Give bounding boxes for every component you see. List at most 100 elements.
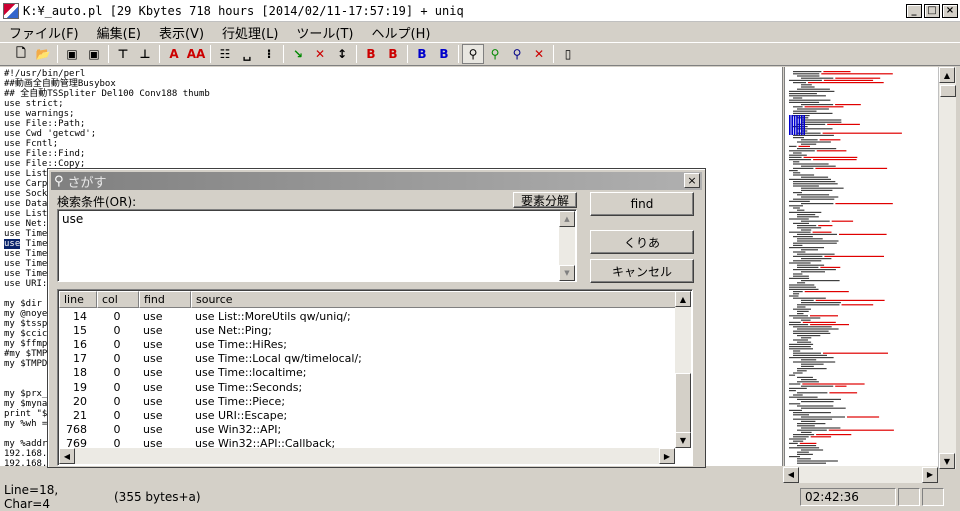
minimap-line bbox=[793, 71, 822, 73]
dialog-close-button[interactable]: × bbox=[684, 173, 700, 188]
scroll-thumb[interactable] bbox=[940, 85, 956, 97]
go-bottom-icon[interactable]: ⊥ bbox=[134, 44, 156, 64]
minimap-highlight bbox=[802, 321, 836, 323]
search-next-icon[interactable]: ⚲ bbox=[484, 44, 506, 64]
font-a-icon[interactable]: A bbox=[163, 44, 185, 64]
code-line[interactable]: use Cwd 'getcwd'; bbox=[4, 129, 782, 139]
space-icon[interactable]: ␣ bbox=[236, 44, 258, 64]
scroll-down-icon[interactable]: ▼ bbox=[939, 453, 955, 469]
cancel-button[interactable]: キャンセル bbox=[590, 259, 694, 283]
minimap-line bbox=[801, 271, 825, 273]
table-row[interactable]: 21 0 use use URI::Escape; bbox=[59, 408, 677, 422]
dots-icon[interactable]: ⁝ bbox=[258, 44, 280, 64]
scroll-left-icon[interactable]: ◀ bbox=[59, 448, 75, 464]
code-line[interactable]: use File::Find; bbox=[4, 149, 782, 159]
minimap-line bbox=[793, 137, 804, 139]
minimap-line bbox=[801, 365, 814, 367]
scroll-thumb[interactable] bbox=[675, 373, 691, 433]
save-icon[interactable]: ▣ bbox=[61, 44, 83, 64]
toolbar-separator bbox=[159, 45, 160, 63]
column-header-source[interactable]: source bbox=[191, 291, 677, 308]
minimap-line bbox=[801, 176, 829, 178]
go-top-icon[interactable]: ⊤ bbox=[112, 44, 134, 64]
scroll-right-icon[interactable]: ▶ bbox=[659, 448, 675, 464]
results-horizontal-scrollbar[interactable]: ◀ ▶ bbox=[59, 448, 675, 464]
query-scrollbar[interactable]: ▲ ▼ bbox=[559, 211, 575, 281]
table-row[interactable]: 16 0 use use Time::HiRes; bbox=[59, 337, 677, 351]
minimap[interactable] bbox=[784, 67, 938, 466]
minimap-line bbox=[801, 229, 812, 231]
updown-icon[interactable]: ↕ bbox=[331, 44, 353, 64]
column-header-find[interactable]: find bbox=[139, 291, 191, 308]
table-row[interactable]: 18 0 use use Time::localtime; bbox=[59, 366, 677, 380]
scroll-up-icon[interactable]: ▲ bbox=[675, 291, 691, 307]
table-row[interactable]: 768 0 use use Win32::API; bbox=[59, 423, 677, 437]
column-header-col[interactable]: col bbox=[97, 291, 139, 308]
cell-col: 0 bbox=[113, 423, 121, 437]
scroll-down-icon[interactable]: ▼ bbox=[559, 265, 575, 281]
cell-find: use bbox=[143, 323, 163, 337]
find-button[interactable]: find bbox=[590, 192, 694, 216]
open-folder-icon[interactable]: 📂 bbox=[32, 44, 54, 64]
menu-file[interactable]: ファイル(F) bbox=[0, 23, 88, 42]
table-row[interactable]: 14 0 use use List::MoreUtils qw/uniq/; bbox=[59, 309, 677, 323]
table-row[interactable]: 20 0 use use Time::Piece; bbox=[59, 394, 677, 408]
cell-col: 0 bbox=[113, 337, 121, 351]
scroll-left-icon[interactable]: ◀ bbox=[783, 466, 799, 483]
bookmark-4-icon[interactable]: B bbox=[433, 44, 455, 64]
code-line[interactable]: use Fcntl; bbox=[4, 139, 782, 149]
menu-help[interactable]: ヘルプ(H) bbox=[363, 23, 440, 42]
cell-line: 18 bbox=[73, 366, 87, 380]
search-prev-icon[interactable]: ⚲ bbox=[506, 44, 528, 64]
new-file-icon[interactable]: 🗋 bbox=[10, 44, 32, 64]
red-x-arrow-icon[interactable]: ✕ bbox=[309, 44, 331, 64]
menu-view[interactable]: 表示(V) bbox=[150, 23, 213, 42]
menu-line[interactable]: 行処理(L) bbox=[213, 23, 287, 42]
horizontal-scrollbar[interactable]: ◀ ▶ bbox=[783, 466, 938, 483]
stop-search-icon[interactable]: ✕ bbox=[528, 44, 550, 64]
minimap-line bbox=[789, 324, 809, 326]
scroll-right-icon[interactable]: ▶ bbox=[922, 466, 938, 483]
minimap-line bbox=[797, 328, 839, 330]
close-button[interactable]: × bbox=[942, 3, 958, 18]
code-line[interactable]: ## 全自動TSSpliter Del100 Conv188 thumb bbox=[4, 89, 782, 99]
minimap-highlight bbox=[822, 132, 902, 134]
scroll-up-icon[interactable]: ▲ bbox=[559, 211, 575, 227]
column-header-line[interactable]: line bbox=[59, 291, 97, 308]
cell-line: 17 bbox=[73, 352, 87, 366]
vertical-scrollbar[interactable]: ▲ ▼ bbox=[938, 67, 956, 469]
dialog-title-bar[interactable]: ⚲ さがす × bbox=[51, 172, 702, 191]
minimap-highlight bbox=[828, 429, 894, 431]
menu-tools[interactable]: ツール(T) bbox=[287, 23, 362, 42]
bookmark-2-icon[interactable]: B bbox=[382, 44, 404, 64]
code-line[interactable]: ##動画全自動管理Busybox bbox=[4, 79, 782, 89]
cell-source: use List::MoreUtils qw/uniq/; bbox=[195, 309, 351, 323]
code-line[interactable]: #!/usr/bin/perl bbox=[4, 69, 782, 79]
code-line[interactable]: use File::Path; bbox=[4, 119, 782, 129]
menu-edit[interactable]: 編集(E) bbox=[88, 23, 150, 42]
minimap-line bbox=[793, 361, 836, 363]
code-line[interactable]: use strict; bbox=[4, 99, 782, 109]
table-row[interactable]: 17 0 use use Time::Local qw/timelocal/; bbox=[59, 352, 677, 366]
scroll-down-icon[interactable]: ▼ bbox=[675, 432, 691, 448]
search-icon[interactable]: ⚲ bbox=[462, 44, 484, 64]
grid-icon[interactable]: ☷ bbox=[214, 44, 236, 64]
table-row[interactable]: 19 0 use use Time::Seconds; bbox=[59, 380, 677, 394]
save-as-icon[interactable]: ▣ bbox=[83, 44, 105, 64]
code-line[interactable]: use warnings; bbox=[4, 109, 782, 119]
clear-button[interactable]: くりあ bbox=[590, 230, 694, 254]
bookmark-3-icon[interactable]: B bbox=[411, 44, 433, 64]
bookmark-1-icon[interactable]: B bbox=[360, 44, 382, 64]
selected-text[interactable]: use bbox=[4, 239, 21, 249]
parse-elements-button[interactable]: 要素分解 bbox=[513, 192, 577, 208]
maximize-button[interactable]: □ bbox=[924, 3, 940, 18]
green-arrow-icon[interactable]: ↘ bbox=[287, 44, 309, 64]
scroll-up-icon[interactable]: ▲ bbox=[939, 67, 955, 83]
minimize-button[interactable]: _ bbox=[906, 3, 922, 18]
results-vertical-scrollbar[interactable]: ▲ ▼ bbox=[675, 291, 691, 448]
table-row[interactable]: 15 0 use use Net::Ping; bbox=[59, 323, 677, 337]
doc-icon[interactable]: ▯ bbox=[557, 44, 579, 64]
results-list[interactable]: line col find source 14 0 use use List::Mor… bbox=[57, 289, 693, 466]
font-aa-icon[interactable]: AA bbox=[185, 44, 207, 64]
search-query-input[interactable]: use ▲ ▼ bbox=[57, 209, 577, 282]
